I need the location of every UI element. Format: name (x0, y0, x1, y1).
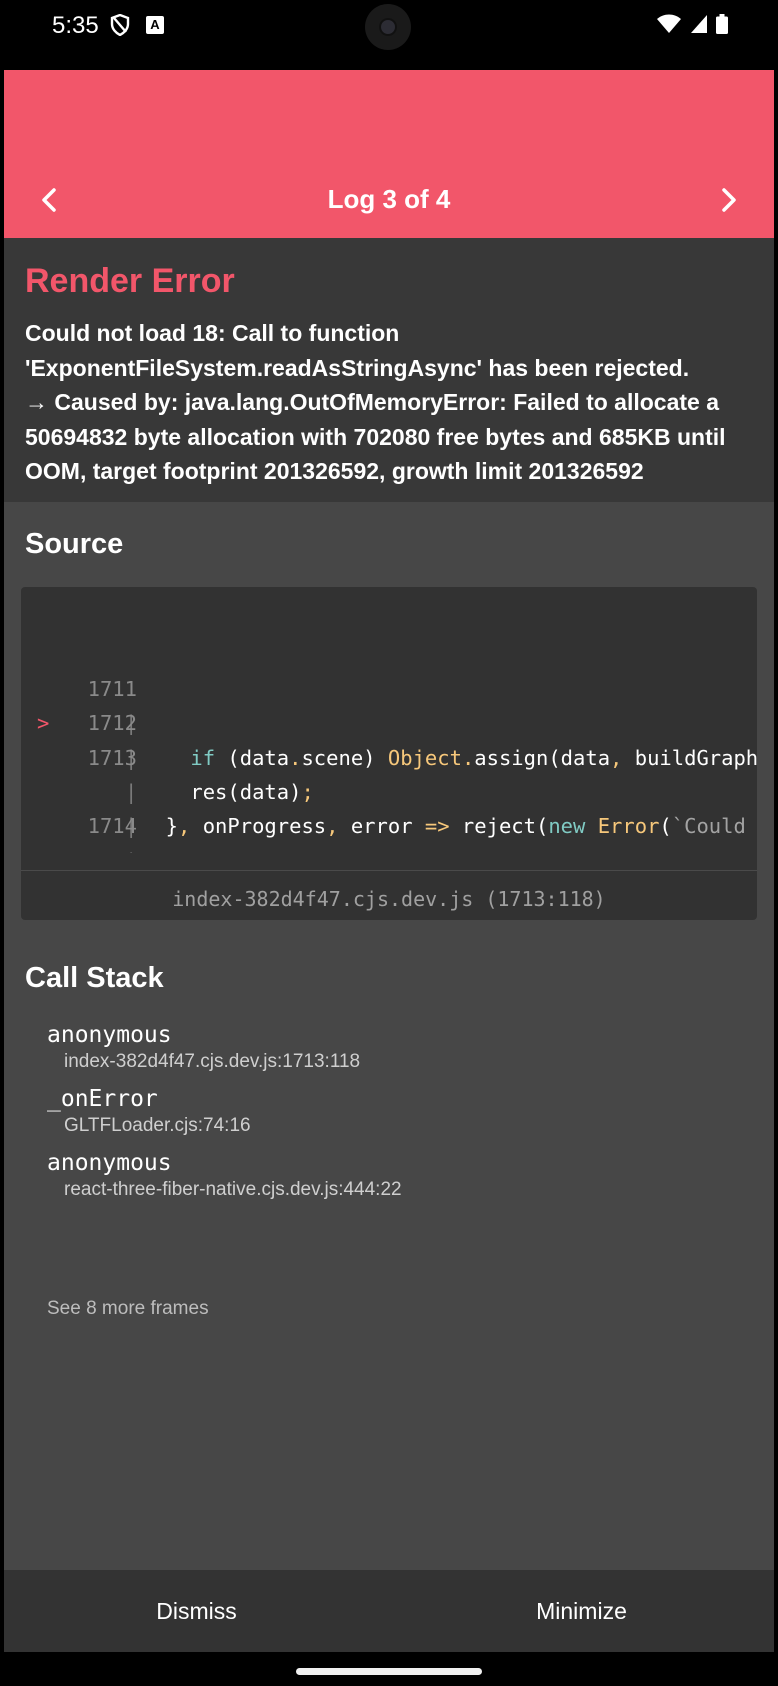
front-camera (365, 4, 411, 50)
call-stack-list: anonymous index-382d4f47.cjs.dev.js:1713… (47, 1020, 747, 1212)
source-file-location: index-382d4f47.cjs.dev.js (1713:118) (172, 887, 606, 911)
status-bar: 5:35 A (0, 0, 778, 70)
status-time: 5:35 (52, 12, 99, 39)
shield-icon (110, 14, 130, 36)
frame-location: react-three-fiber-native.cjs.dev.js:444:… (64, 1179, 402, 1200)
error-panel: Render Error Could not load 18: Call to … (4, 238, 774, 502)
cell-signal-icon (691, 15, 707, 33)
minimize-button[interactable]: Minimize (389, 1570, 774, 1652)
code-line-highlighted: > 1713 | }, onProgress, error => reject(… (21, 672, 757, 838)
code-divider (21, 870, 757, 871)
stack-frame[interactable]: anonymous react-three-fiber-native.cjs.d… (47, 1148, 747, 1202)
log-header: Log 3 of 4 (4, 70, 774, 238)
log-counter-title: Log 3 of 4 (327, 184, 451, 214)
code-line: 1711 | if (data.scene) Object.assign(dat… (21, 603, 757, 770)
frame-location: index-382d4f47.cjs.dev.js:1713:118 (64, 1051, 361, 1072)
frame-function-name: anonymous (47, 1150, 172, 1176)
code-line: 1716 | /** (21, 809, 757, 843)
phone-screen: 5:35 A Log 3 of 4 Render Error Could not… (0, 0, 778, 1686)
see-more-frames-link[interactable]: See 8 more frames (47, 1298, 209, 1320)
stack-frame[interactable]: anonymous index-382d4f47.cjs.dev.js:1713… (47, 1020, 747, 1074)
frame-location: GLTFLoader.cjs:74:16 (64, 1115, 251, 1136)
frame-function-name: _onError (47, 1086, 158, 1112)
code-line: 1715 | } (21, 775, 757, 853)
source-section-title: Source (25, 528, 124, 560)
error-title: Render Error (25, 262, 235, 300)
battery-icon (716, 14, 728, 34)
chevron-right-icon[interactable] (708, 180, 748, 220)
call-stack-title: Call Stack (25, 962, 164, 994)
code-lines: 1711 | if (data.scene) Object.assign(dat… (21, 603, 757, 853)
home-indicator[interactable] (296, 1668, 482, 1675)
code-line: 1714 | }; (21, 741, 757, 853)
a-notification-icon: A (146, 16, 164, 34)
dismiss-button[interactable]: Dismiss (4, 1570, 389, 1652)
error-message: Could not load 18: Call to function 'Exp… (25, 320, 726, 484)
stack-frame[interactable]: _onError GLTFLoader.cjs:74:16 (47, 1084, 747, 1138)
code-line: | (125, 814, 138, 839)
source-code-frame[interactable]: 1711 | if (data.scene) Object.assign(dat… (21, 587, 757, 920)
logbox-app: Log 3 of 4 Render Error Could not load 1… (4, 70, 774, 1652)
wifi-icon (657, 14, 681, 33)
footer-bar: Dismiss Minimize (4, 1570, 774, 1652)
code-line: 1712 | res(data); (21, 637, 757, 804)
frame-function-name: anonymous (47, 1022, 172, 1048)
